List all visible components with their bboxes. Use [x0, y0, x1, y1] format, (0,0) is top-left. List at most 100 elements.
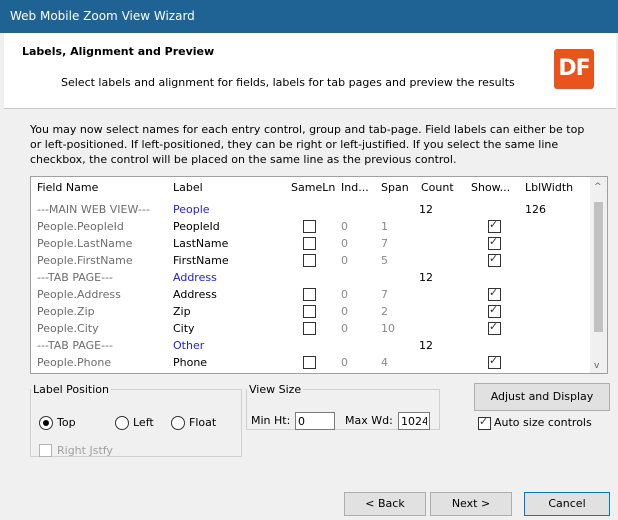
adjust-display-button[interactable]: Adjust and Display — [474, 383, 610, 411]
sameln-checkbox[interactable] — [303, 220, 316, 233]
span-cell: 4 — [381, 356, 388, 369]
radio-top[interactable] — [39, 416, 53, 430]
radio-left-label[interactable]: Left — [133, 416, 154, 429]
span-cell: 5 — [381, 254, 388, 267]
col-header-field-name[interactable]: Field Name — [37, 177, 98, 199]
table-row[interactable]: People.Zip Zip 0 2 — [31, 303, 591, 320]
df-logo: DF — [554, 49, 594, 89]
radio-top-label[interactable]: Top — [57, 416, 76, 429]
table-row[interactable]: People.Phone Phone 0 4 — [31, 354, 591, 371]
page-subtitle: Select labels and alignment for fields, … — [61, 76, 515, 89]
max-wd-label: Max Wd: — [345, 414, 393, 427]
show-checkbox[interactable] — [488, 218, 501, 233]
page-title: Labels, Alignment and Preview — [22, 45, 215, 58]
field-name-cell: People.Zip — [37, 305, 95, 318]
radio-float-label[interactable]: Float — [189, 416, 216, 429]
scroll-up-icon[interactable]: ^ — [594, 182, 602, 192]
label-cell: City — [173, 322, 195, 335]
back-button[interactable]: < Back — [344, 492, 426, 516]
col-header-label[interactable]: Label — [173, 177, 203, 199]
sameln-checkbox[interactable] — [303, 288, 316, 301]
max-wd-input[interactable] — [398, 412, 430, 430]
indent-cell: 0 — [341, 322, 348, 335]
fields-grid[interactable]: Field Name Label SameLn Ind... Span Coun… — [30, 176, 608, 374]
sameln-checkbox[interactable] — [303, 305, 316, 318]
show-checkbox[interactable] — [488, 303, 501, 318]
count-cell: 12 — [419, 339, 433, 352]
indent-cell: 0 — [341, 356, 348, 369]
indent-cell: 0 — [341, 288, 348, 301]
show-checkbox[interactable] — [488, 235, 501, 250]
table-row[interactable]: ---TAB PAGE--- Address 12 — [31, 269, 591, 286]
label-cell: LastName — [173, 237, 229, 250]
col-header-span[interactable]: Span — [381, 177, 409, 199]
span-cell: 10 — [381, 322, 395, 335]
label-cell: FirstName — [173, 254, 229, 267]
table-row[interactable]: People.PeopleId PeopleId 0 1 — [31, 218, 591, 235]
span-cell: 7 — [381, 237, 388, 250]
col-header-indent[interactable]: Ind... — [341, 177, 369, 199]
auto-size-checkbox[interactable] — [478, 415, 491, 430]
sameln-checkbox[interactable] — [303, 237, 316, 250]
label-cell: Other — [173, 339, 205, 352]
intro-text: You may now select names for each entry … — [30, 122, 600, 167]
grid-scroll-thumb[interactable] — [594, 202, 603, 332]
show-checkbox[interactable] — [488, 252, 501, 267]
table-row[interactable]: ---MAIN WEB VIEW--- People 12 126 — [31, 201, 591, 218]
show-checkbox[interactable] — [488, 286, 501, 301]
span-cell: 2 — [381, 305, 388, 318]
label-cell: Address — [173, 271, 217, 284]
label-cell: Zip — [173, 305, 191, 318]
col-header-count[interactable]: Count — [421, 177, 454, 199]
field-name-cell: ---MAIN WEB VIEW--- — [37, 203, 150, 216]
label-cell: Address — [173, 288, 217, 301]
count-cell: 12 — [419, 203, 433, 216]
right-justify-label: Right Jstfy — [57, 444, 113, 457]
col-header-lblwidth[interactable]: LblWidth — [525, 177, 573, 199]
indent-cell: 0 — [341, 254, 348, 267]
view-size-legend: View Size — [249, 383, 302, 396]
indent-cell: 0 — [341, 237, 348, 250]
table-row[interactable]: People.Address Address 0 7 — [31, 286, 591, 303]
wizard-header: Labels, Alignment and Preview Select lab… — [4, 33, 616, 109]
field-name-cell: People.PeopleId — [37, 220, 124, 233]
cancel-button[interactable]: Cancel — [524, 492, 610, 516]
table-row[interactable]: People.City City 0 10 — [31, 320, 591, 337]
indent-cell: 0 — [341, 305, 348, 318]
radio-left[interactable] — [115, 416, 129, 430]
min-ht-input[interactable] — [295, 412, 335, 430]
label-position-group: Label Position Top Left Float Right Jstf… — [30, 383, 242, 457]
span-cell: 7 — [381, 288, 388, 301]
table-row[interactable]: ---TAB PAGE--- Other 12 — [31, 337, 591, 354]
scroll-down-icon[interactable]: v — [594, 361, 599, 371]
show-checkbox[interactable] — [488, 320, 501, 335]
label-cell: PeopleId — [173, 220, 220, 233]
count-cell: 12 — [419, 271, 433, 284]
view-size-group: View Size Min Ht: Max Wd: — [246, 383, 440, 430]
sameln-checkbox[interactable] — [303, 356, 316, 369]
table-row[interactable]: People.LastName LastName 0 7 — [31, 235, 591, 252]
table-row[interactable]: People.FirstName FirstName 0 5 — [31, 252, 591, 269]
field-name-cell: People.Phone — [37, 356, 112, 369]
label-cell: Phone — [173, 356, 208, 369]
right-justify-checkbox[interactable] — [39, 444, 52, 457]
radio-float[interactable] — [171, 416, 185, 430]
next-button[interactable]: Next > — [430, 492, 512, 516]
col-header-sameln[interactable]: SameLn — [291, 177, 335, 199]
sameln-checkbox[interactable] — [303, 322, 316, 335]
label-position-legend: Label Position — [33, 383, 110, 396]
label-cell: People — [173, 203, 210, 216]
intro-line-1: You may now select names for each entry … — [30, 123, 585, 136]
sameln-checkbox[interactable] — [303, 254, 316, 267]
field-name-cell: People.FirstName — [37, 254, 133, 267]
window-title: Web Mobile Zoom View Wizard — [10, 9, 195, 23]
lblwidth-cell: 126 — [525, 203, 546, 216]
col-header-show[interactable]: Show... — [471, 177, 510, 199]
field-name-cell: People.LastName — [37, 237, 133, 250]
intro-line-3: checkbox, the control will be placed on … — [30, 153, 457, 166]
indent-cell: 0 — [341, 220, 348, 233]
title-bar: Web Mobile Zoom View Wizard — [0, 0, 618, 33]
min-ht-label: Min Ht: — [251, 414, 291, 427]
show-checkbox[interactable] — [488, 354, 501, 369]
auto-size-label[interactable]: Auto size controls — [494, 416, 592, 429]
